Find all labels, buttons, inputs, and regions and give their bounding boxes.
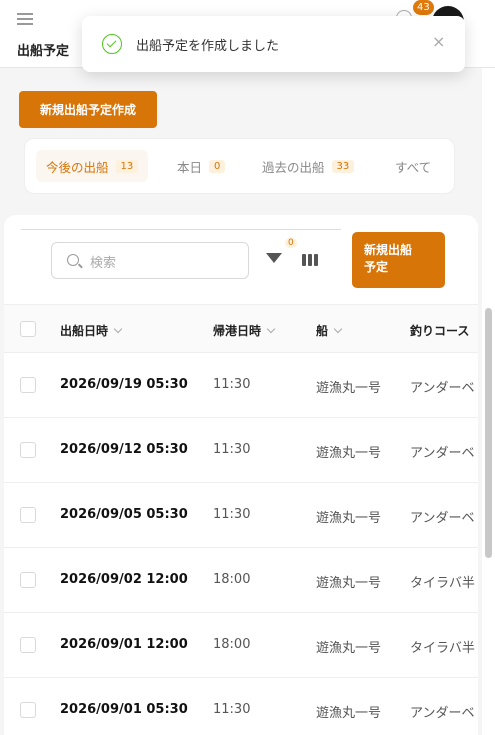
course-cell: アンダーベ	[410, 381, 475, 396]
check-circle-icon	[102, 34, 122, 54]
table-row[interactable]: 2026/09/12 05:30 11:30 遊漁丸一号 アンダーベ	[4, 418, 478, 483]
page-title: 出船予定	[17, 44, 70, 59]
columns-icon[interactable]	[302, 254, 318, 266]
tab-label: 過去の出船	[262, 159, 325, 175]
departure-cell: 2026/09/01 12:00	[60, 637, 188, 652]
course-cell: タイラバ半	[410, 641, 475, 656]
return-cell: 11:30	[213, 442, 251, 457]
table-header: 出船日時 帰港日時 船 釣りコース	[4, 304, 478, 353]
select-all-checkbox[interactable]	[20, 321, 36, 337]
row-checkbox[interactable]	[20, 637, 36, 653]
departure-cell: 2026/09/02 12:00	[60, 572, 188, 587]
column-label: 出船日時	[60, 324, 109, 338]
boat-cell: 遊漁丸一号	[316, 641, 382, 656]
filter-icon[interactable]	[266, 253, 282, 263]
return-cell: 18:00	[213, 637, 251, 652]
new-schedule-button[interactable]: 新規出船予定作成	[19, 91, 157, 128]
departure-cell: 2026/09/19 05:30	[60, 377, 188, 392]
column-label: 釣りコース	[410, 324, 470, 338]
row-checkbox[interactable]	[20, 702, 36, 718]
row-checkbox[interactable]	[20, 442, 36, 458]
notification-count-badge: 43	[413, 0, 434, 15]
tab-count-badge: 13	[115, 159, 139, 173]
boat-cell: 遊漁丸一号	[316, 576, 382, 591]
tab-label: すべて	[395, 159, 432, 175]
course-cell: アンダーベ	[410, 706, 475, 721]
tab-today[interactable]: 本日 0	[177, 150, 226, 182]
scrollbar-thumb[interactable]	[485, 308, 492, 558]
boat-cell: 遊漁丸一号	[316, 706, 382, 721]
column-label: 船	[316, 324, 329, 338]
row-checkbox[interactable]	[20, 572, 36, 588]
table-row[interactable]: 2026/09/01 12:00 18:00 遊漁丸一号 タイラバ半	[4, 613, 478, 678]
course-cell: タイラバ半	[410, 576, 475, 591]
row-checkbox[interactable]	[20, 377, 36, 393]
boat-cell: 遊漁丸一号	[316, 381, 382, 396]
tab-count-badge: 0	[209, 159, 226, 173]
tab-upcoming[interactable]: 今後の出船 13	[36, 150, 149, 182]
tab-group: 今後の出船 13 本日 0 過去の出船 33 すべて	[24, 138, 455, 194]
search-icon	[67, 254, 79, 266]
tab-count-badge: 33	[331, 159, 355, 173]
toast-message: 出船予定を作成しました	[136, 39, 280, 54]
departure-cell: 2026/09/01 05:30	[60, 702, 188, 717]
return-cell: 11:30	[213, 702, 251, 717]
divider	[21, 229, 341, 230]
table-row[interactable]: 2026/09/01 05:30 11:30 遊漁丸一号 アンダーベ	[4, 678, 478, 735]
departure-cell: 2026/09/05 05:30	[60, 507, 188, 522]
column-return[interactable]: 帰港日時	[213, 322, 276, 339]
tab-label: 本日	[177, 159, 203, 175]
schedule-card: 検索 0 新規出船 予定 出船日時 帰港日時 船 釣りコース 2026/09/1…	[4, 215, 478, 735]
success-toast: 出船予定を作成しました ×	[82, 16, 465, 72]
button-label-line2: 予定	[364, 260, 389, 274]
table-row[interactable]: 2026/09/19 05:30 11:30 遊漁丸一号 アンダーベ	[4, 353, 478, 418]
column-course[interactable]: 釣りコース	[410, 322, 469, 339]
return-cell: 11:30	[213, 507, 251, 522]
search-input[interactable]: 検索	[51, 242, 249, 279]
boat-cell: 遊漁丸一号	[316, 511, 382, 526]
chevron-down-icon	[266, 324, 276, 334]
button-label-line1: 新規出船	[364, 243, 413, 257]
course-cell: アンダーベ	[410, 446, 475, 461]
row-checkbox[interactable]	[20, 507, 36, 523]
scrollbar[interactable]	[482, 68, 495, 735]
column-departure[interactable]: 出船日時	[60, 322, 123, 339]
return-cell: 11:30	[213, 377, 251, 392]
close-icon[interactable]: ×	[432, 32, 445, 51]
tab-all[interactable]: すべて	[395, 150, 431, 182]
departure-cell: 2026/09/12 05:30	[60, 442, 188, 457]
chevron-down-icon	[113, 324, 123, 334]
menu-icon[interactable]	[17, 13, 33, 25]
table-row[interactable]: 2026/09/05 05:30 11:30 遊漁丸一号 アンダーベ	[4, 483, 478, 548]
filter-count-badge: 0	[285, 238, 297, 248]
column-boat[interactable]: 船	[316, 322, 343, 339]
course-cell: アンダーベ	[410, 511, 475, 526]
return-cell: 18:00	[213, 572, 251, 587]
chevron-down-icon	[333, 324, 343, 334]
column-label: 帰港日時	[213, 324, 262, 338]
tab-past[interactable]: 過去の出船 33	[262, 150, 355, 182]
new-schedule-small-button[interactable]: 新規出船 予定	[352, 232, 445, 288]
table-row[interactable]: 2026/09/02 12:00 18:00 遊漁丸一号 タイラバ半	[4, 548, 478, 613]
search-placeholder: 検索	[90, 256, 117, 271]
boat-cell: 遊漁丸一号	[316, 446, 382, 461]
tab-label: 今後の出船	[46, 159, 109, 175]
